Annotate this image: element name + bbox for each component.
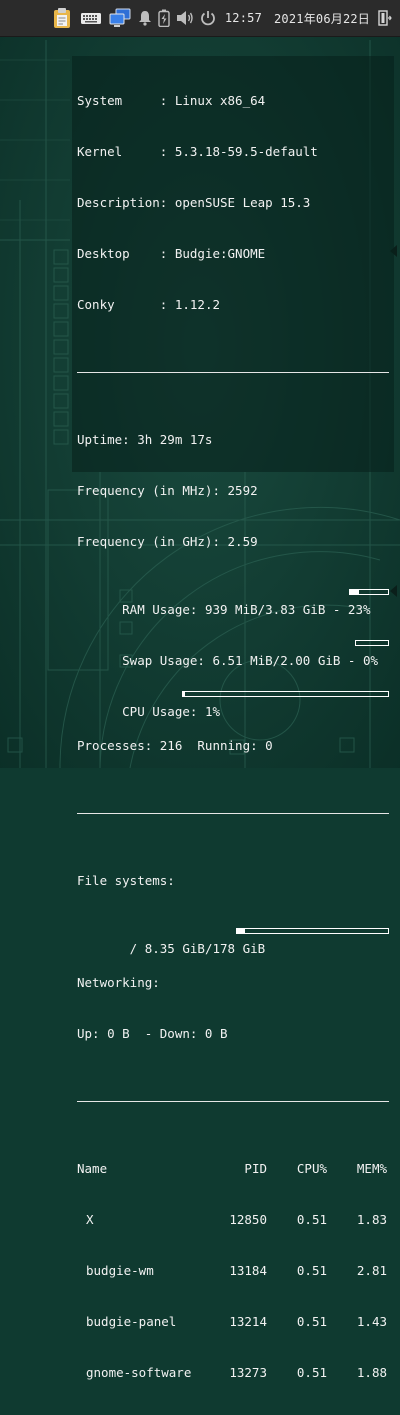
sysinfo-system: System : Linux x86_64: [77, 93, 266, 108]
sysinfo-kernel: Kernel : 5.3.18-59.5-default: [77, 144, 318, 159]
filesystem-root-text: / 8.35 GiB/178 GiB: [122, 941, 266, 956]
clock-time: 12:57: [224, 11, 262, 25]
frequency-mhz: Frequency (in MHz): 2592: [77, 483, 258, 498]
ram-usage-text: RAM Usage: 939 MiB/3.83 GiB - 23%: [122, 602, 371, 617]
sysinfo-description: Description: openSUSE Leap 15.3: [77, 195, 311, 210]
process-row: budgie-wm 13184 0.51 2.81: [86, 1263, 387, 1278]
panel-clock[interactable]: 12:57 2021年06月22日: [225, 0, 370, 36]
network-traffic: Up: 0 B - Down: 0 B: [77, 1026, 228, 1041]
battery-icon[interactable]: [158, 0, 170, 36]
sysinfo-conky: Conky : 1.12.2: [77, 297, 220, 312]
swap-usage: Swap Usage: 6.51 MiB/2.00 GiB - 0%: [77, 635, 389, 668]
filesystems-heading: File systems:: [77, 873, 175, 888]
conky-text: System : Linux x86_64 Kernel : 5.3.18-59…: [77, 58, 389, 1415]
wallpaper-arrow-icon: [390, 585, 397, 597]
ram-usage-bar: [349, 589, 389, 595]
filesystem-root: / 8.35 GiB/178 GiB: [77, 923, 389, 956]
process-table-header: Name PID CPU% MEM%: [77, 1161, 387, 1176]
divider: [77, 372, 389, 373]
swap-usage-bar: [355, 640, 389, 646]
frequency-ghz: Frequency (in GHz): 2.59: [77, 534, 258, 549]
power-icon[interactable]: [200, 0, 216, 36]
cpu-usage-bar: [182, 691, 389, 697]
process-count: Processes: 216 Running: 0: [77, 738, 273, 753]
cpu-usage: CPU Usage: 1%: [77, 686, 389, 719]
cpu-usage-text: CPU Usage: 1%: [122, 704, 220, 719]
network-icon[interactable]: [108, 0, 132, 36]
clipboard-icon[interactable]: [50, 0, 74, 36]
divider: [77, 813, 389, 814]
filesystem-root-bar: [236, 928, 389, 934]
process-row: budgie-panel 13214 0.51 1.43: [86, 1314, 387, 1329]
swap-usage-text: Swap Usage: 6.51 MiB/2.00 GiB - 0%: [122, 653, 379, 668]
sysinfo-desktop: Desktop : Budgie:GNOME: [77, 246, 266, 261]
networking-heading: Networking:: [77, 975, 160, 990]
clock-date: 2021年06月22日: [274, 11, 370, 26]
conky-monitor: System : Linux x86_64 Kernel : 5.3.18-59…: [72, 56, 394, 1380]
system-tray: [50, 0, 222, 36]
logout-icon[interactable]: [376, 9, 394, 27]
divider: [77, 1101, 389, 1102]
notification-bell-icon[interactable]: [138, 0, 152, 36]
process-row: gnome-software 13273 0.51 1.88: [86, 1365, 387, 1380]
volume-icon[interactable]: [176, 0, 194, 36]
process-row: X 12850 0.51 1.83: [86, 1212, 387, 1227]
ram-usage: RAM Usage: 939 MiB/3.83 GiB - 23%: [77, 584, 389, 617]
top-panel: 12:57 2021年06月22日: [0, 0, 400, 37]
keyboard-icon[interactable]: [80, 0, 102, 36]
uptime: Uptime: 3h 29m 17s: [77, 432, 213, 447]
